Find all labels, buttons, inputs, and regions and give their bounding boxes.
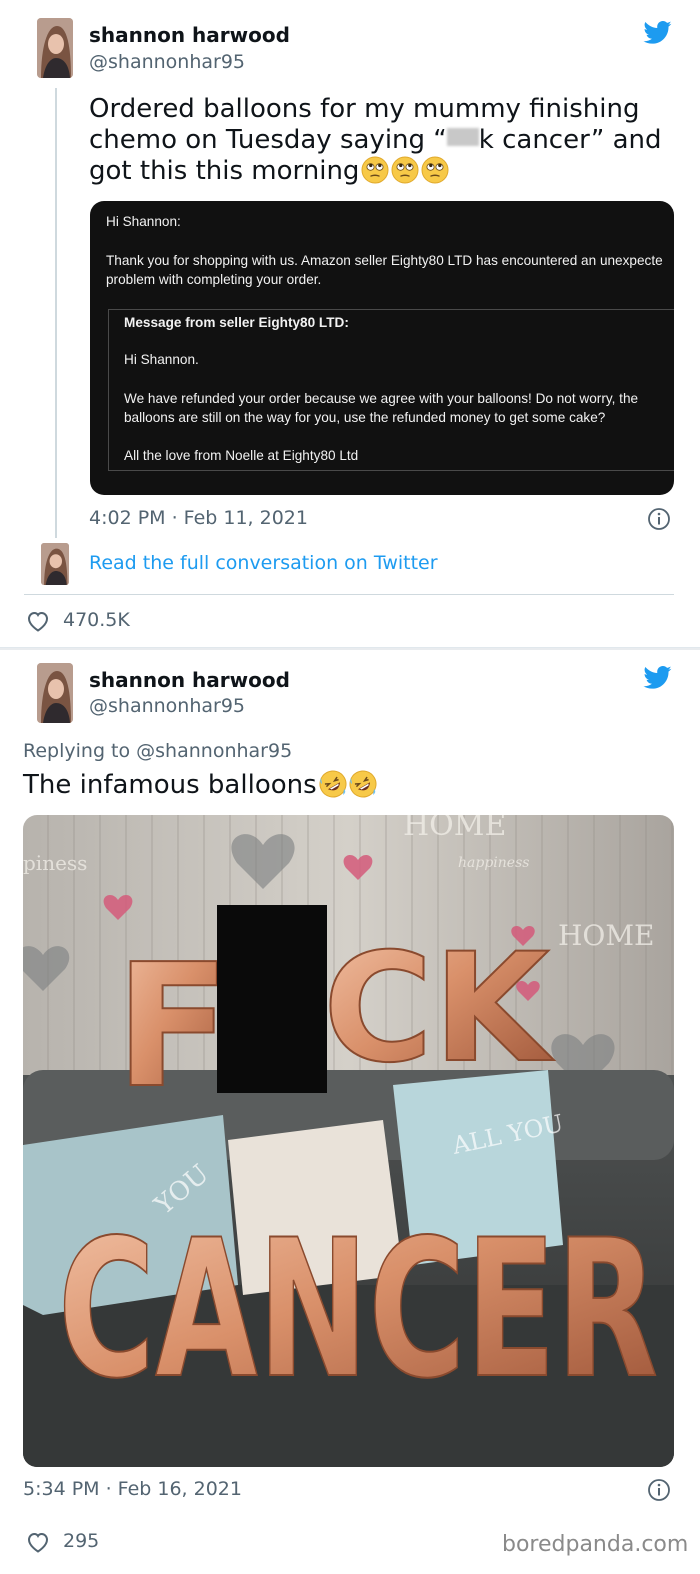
rolling-eyes-emoji-icon	[361, 156, 389, 184]
balloon-letters: CANCER	[58, 1199, 658, 1420]
heart-icon[interactable]	[26, 610, 50, 632]
email-body-line: problem with completing your order.	[106, 272, 322, 287]
tweet-timestamp[interactable]: 5:34 PM · Feb 16, 2021	[23, 1478, 242, 1500]
author-name[interactable]: shannon harwood	[89, 668, 290, 692]
twitter-bird-icon[interactable]	[642, 18, 674, 46]
avatar[interactable]	[41, 543, 69, 585]
seller-message-greeting: Hi Shannon.	[124, 352, 199, 367]
censored-text-blur	[446, 128, 479, 146]
author-handle[interactable]: @shannonhar95	[89, 695, 245, 717]
tweet-text-line: chemo on Tuesday saying “ k cancer” and	[89, 125, 662, 156]
rofl-emoji-icon	[349, 770, 377, 798]
tweet-text-line: got this this morning	[89, 156, 662, 187]
wall-text: happiness	[458, 855, 529, 871]
balloons-photo-image: piness happiness HOME HOME ALL YOU YOU F…	[23, 815, 674, 1467]
tweet-text: Ordered balloons for my mummy finishing …	[89, 94, 662, 187]
censor-block	[217, 905, 327, 1093]
email-screenshot[interactable]: Hi Shannon: Thank you for shopping with …	[90, 201, 674, 495]
author-name[interactable]: shannon harwood	[89, 23, 290, 47]
email-body-line: Thank you for shopping with us. Amazon s…	[106, 253, 663, 268]
reply-context[interactable]: Replying to @shannonhar95	[23, 740, 292, 762]
seller-message-line: balloons are still on the way for you, u…	[124, 410, 606, 425]
like-count: 470.5K	[63, 609, 130, 631]
boredpanda-watermark: boredpanda.com	[502, 1532, 689, 1557]
seller-message-heading: Message from seller Eighty80 LTD:	[124, 315, 349, 330]
tweet-timestamp[interactable]: 4:02 PM · Feb 11, 2021	[89, 507, 308, 529]
avatar[interactable]	[37, 18, 73, 78]
tweet-photo[interactable]: piness happiness HOME HOME ALL YOU YOU F…	[23, 815, 674, 1467]
seller-message-box: Message from seller Eighty80 LTD: Hi Sha…	[108, 309, 674, 471]
tweet-card: shannon harwood @shannonhar95 Ordered ba…	[0, 0, 700, 648]
heart-icon[interactable]	[26, 1531, 50, 1553]
author-handle[interactable]: @shannonhar95	[89, 51, 245, 73]
tweet-text-segment: k cancer” and	[478, 125, 662, 155]
wall-text: HOME	[403, 815, 506, 843]
tweet-text-segment: chemo on Tuesday saying “	[89, 125, 447, 155]
wall-text: HOME	[558, 919, 654, 952]
tweet-text-segment: The infamous balloons	[23, 770, 317, 800]
read-conversation-link[interactable]: Read the full conversation on Twitter	[89, 552, 438, 574]
rolling-eyes-emoji-icon	[421, 156, 449, 184]
rolling-eyes-emoji-icon	[391, 156, 419, 184]
balloon-letters: F	[115, 928, 231, 1126]
info-icon[interactable]	[647, 1478, 671, 1502]
email-greeting: Hi Shannon:	[106, 214, 181, 229]
info-icon[interactable]	[647, 507, 671, 531]
seller-message-signoff: All the love from Noelle at Eighty80 Ltd	[124, 448, 359, 463]
wall-text: piness	[23, 851, 87, 875]
balloon-letters: CK	[323, 922, 554, 1096]
tweet-text-line: Ordered balloons for my mummy finishing	[89, 94, 640, 124]
divider	[24, 594, 674, 595]
seller-message-line: We have refunded your order because we a…	[124, 391, 639, 406]
twitter-bird-icon[interactable]	[642, 663, 674, 691]
tweet-text-segment: got this this morning	[89, 156, 360, 186]
tweet-text: The infamous balloons	[23, 770, 377, 801]
like-count: 295	[63, 1530, 100, 1552]
rofl-emoji-icon	[319, 770, 347, 798]
thread-line	[55, 88, 57, 538]
avatar[interactable]	[37, 663, 73, 723]
